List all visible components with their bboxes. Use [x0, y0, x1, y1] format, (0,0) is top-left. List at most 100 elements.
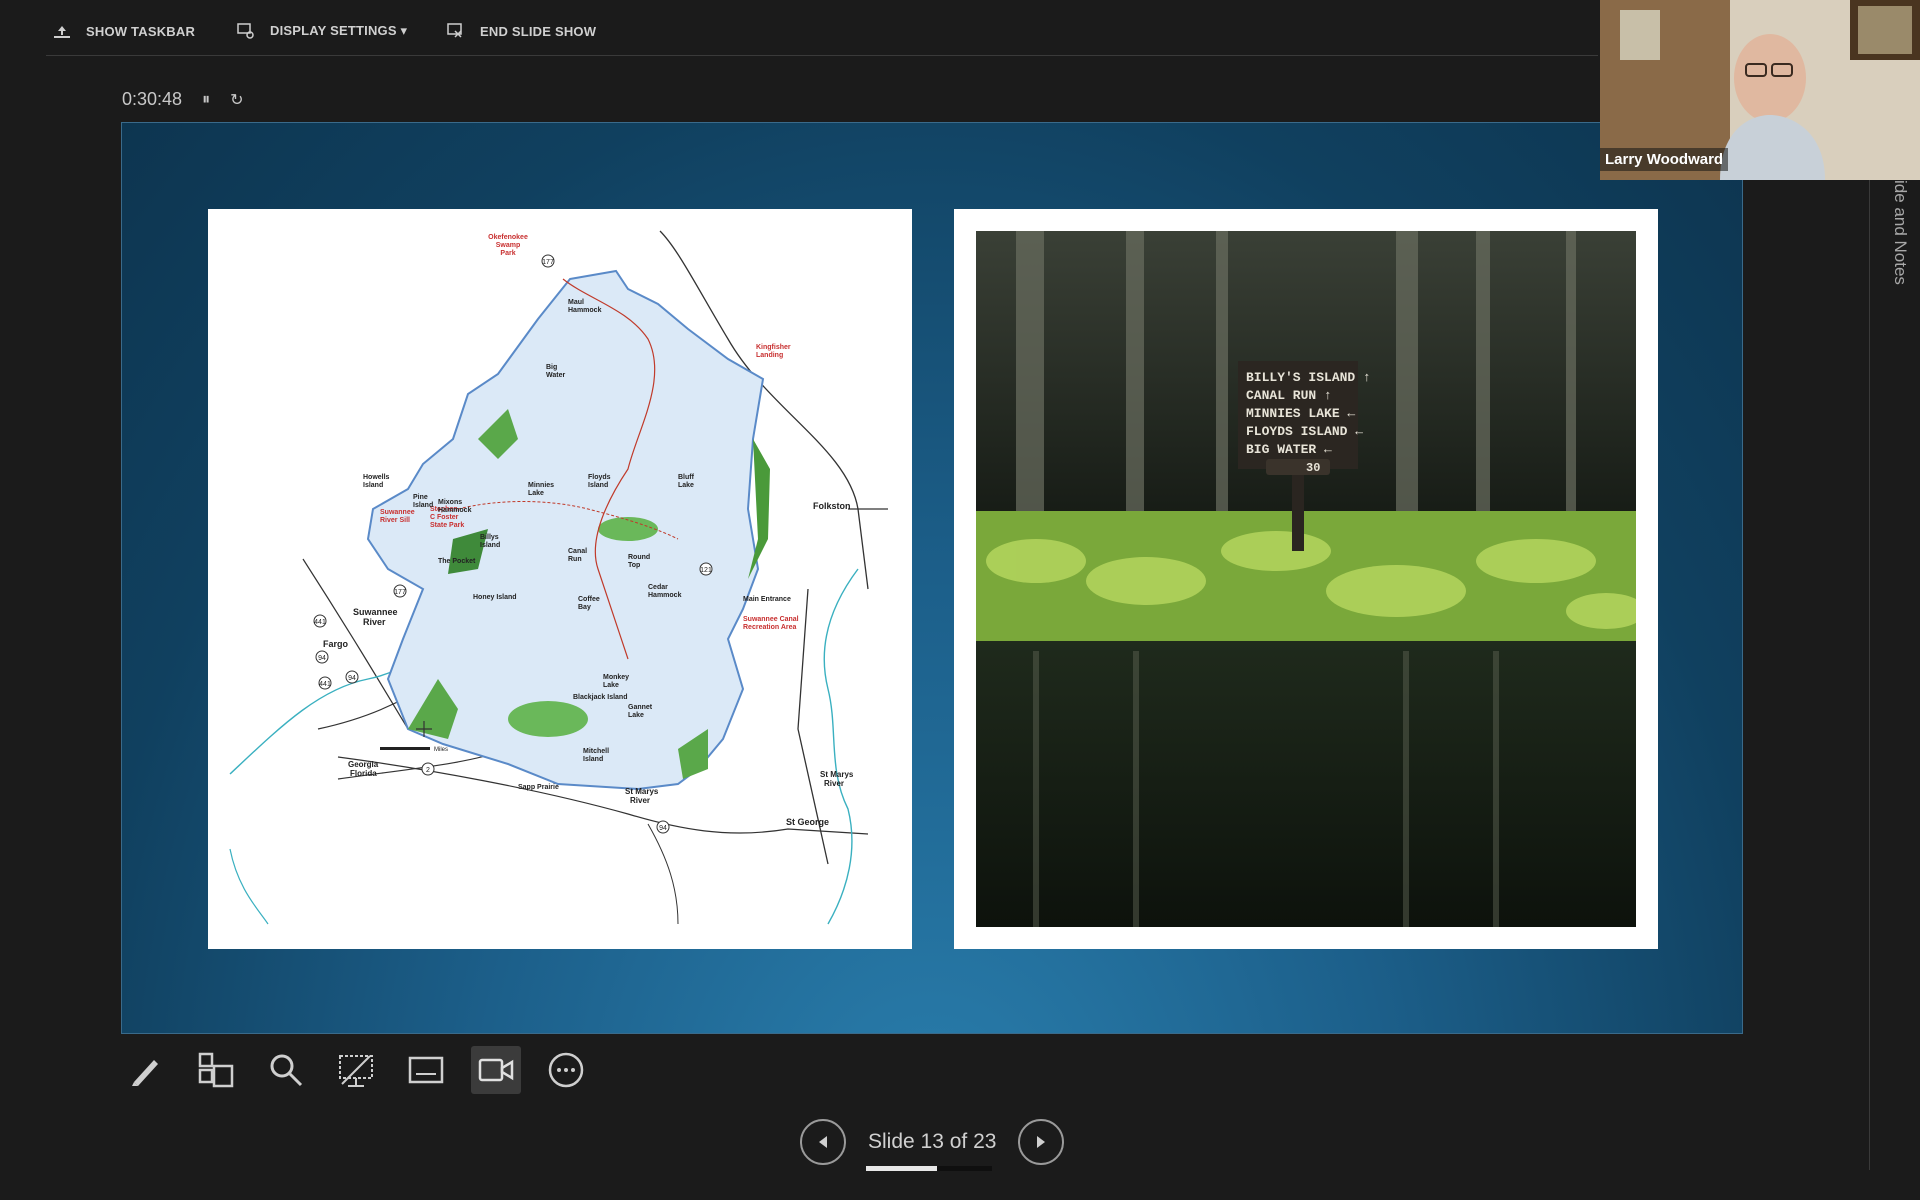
svg-text:Monkey: Monkey: [603, 674, 629, 681]
sign-line-2: CANAL RUN ↑: [1246, 388, 1332, 403]
slide-counter-text: Slide 13 of 23: [868, 1130, 997, 1153]
svg-text:Georgia: Georgia: [348, 760, 379, 769]
svg-text:Folkston: Folkston: [813, 501, 851, 511]
svg-text:Mitchell: Mitchell: [583, 748, 609, 755]
svg-text:121: 121: [700, 567, 712, 574]
camera-icon[interactable]: [471, 1046, 521, 1094]
presenter-tools: [121, 1046, 591, 1094]
svg-text:Pine: Pine: [413, 494, 428, 501]
svg-text:River: River: [630, 796, 650, 805]
pen-icon[interactable]: [121, 1046, 171, 1094]
svg-text:Island: Island: [588, 482, 608, 489]
next-slide-button[interactable]: [1018, 1119, 1065, 1165]
end-slide-show-button[interactable]: END SLIDE SHOW: [446, 22, 596, 40]
swamp-map: Okefenokee Swamp Park Kingfisher Landing…: [208, 209, 912, 949]
svg-text:Hammock: Hammock: [648, 592, 682, 599]
svg-text:177: 177: [542, 259, 554, 266]
slides-grid-icon[interactable]: [191, 1046, 241, 1094]
current-slide[interactable]: Okefenokee Swamp Park Kingfisher Landing…: [121, 122, 1743, 1034]
svg-text:2: 2: [426, 767, 430, 774]
display-settings-icon: [237, 23, 254, 39]
previous-slide-button[interactable]: [800, 1119, 846, 1165]
svg-text:The Pocket: The Pocket: [438, 558, 476, 565]
svg-text:Florida: Florida: [350, 769, 377, 778]
svg-text:Lake: Lake: [603, 682, 619, 689]
sign-line-4: FLOYDS ISLAND ←: [1246, 424, 1363, 439]
reset-timer-icon[interactable]: ↻: [230, 90, 243, 110]
svg-text:Suwannee: Suwannee: [380, 509, 415, 516]
slide-navigation: Slide 13 of 23: [800, 1119, 1065, 1171]
svg-text:Okefenokee: Okefenokee: [488, 234, 528, 241]
svg-text:441: 441: [314, 619, 326, 626]
svg-text:Kingfisher: Kingfisher: [756, 344, 791, 351]
svg-text:Hammock: Hammock: [568, 307, 602, 314]
svg-text:St George: St George: [786, 817, 829, 827]
sign-line-5: BIG WATER ←: [1246, 442, 1332, 457]
svg-text:Island: Island: [583, 756, 603, 763]
taskbar-icon: [54, 26, 70, 38]
svg-text:River: River: [363, 617, 386, 627]
slide-counter[interactable]: Slide 13 of 23: [866, 1130, 998, 1171]
magnifier-icon[interactable]: [261, 1046, 311, 1094]
elapsed-time: 0:30:48: [122, 89, 183, 109]
slide-timer: 0:30:48 ⏸ ↻: [122, 89, 243, 110]
svg-text:Gannet: Gannet: [628, 704, 653, 711]
svg-text:Maul: Maul: [568, 299, 584, 306]
svg-text:Mixons: Mixons: [438, 499, 462, 506]
svg-text:Run: Run: [568, 556, 582, 563]
display-settings-button[interactable]: DISPLAY SETTINGS ▾: [236, 22, 407, 40]
toolbar-divider: [46, 55, 1598, 56]
side-panel-divider: [1869, 180, 1870, 1170]
swamp-signpost-photo: BILLY'S ISLAND ↑ CANAL RUN ↑ MINNIES LAK…: [954, 209, 1658, 949]
svg-text:Coffee: Coffee: [578, 596, 600, 603]
svg-text:Cedar: Cedar: [648, 584, 668, 591]
participant-name: Larry Woodward: [1600, 148, 1729, 171]
black-screen-icon[interactable]: [331, 1046, 381, 1094]
svg-text:Fargo: Fargo: [323, 639, 349, 649]
svg-text:177: 177: [394, 589, 406, 596]
subtitles-icon[interactable]: [401, 1046, 451, 1094]
svg-text:Park: Park: [500, 250, 515, 257]
svg-text:State Park: State Park: [430, 522, 464, 529]
show-taskbar-button[interactable]: SHOW TASKBAR: [52, 22, 195, 40]
slide-progress-bar: [866, 1166, 992, 1171]
svg-text:River: River: [824, 779, 844, 788]
svg-text:94: 94: [348, 675, 356, 682]
svg-text:Water: Water: [546, 372, 565, 379]
svg-text:Sapp Prairie: Sapp Prairie: [518, 784, 559, 791]
svg-text:Canal: Canal: [568, 548, 587, 555]
okefenokee-map-image: Okefenokee Swamp Park Kingfisher Landing…: [208, 209, 912, 949]
svg-text:Bay: Bay: [578, 604, 591, 611]
svg-text:Bluff: Bluff: [678, 474, 695, 481]
presenter-toolbar: SHOW TASKBAR DISPLAY SETTINGS ▾ END SLID…: [0, 0, 1600, 56]
more-options-icon[interactable]: [541, 1046, 591, 1094]
svg-text:Lake: Lake: [628, 712, 644, 719]
svg-text:441: 441: [319, 681, 331, 688]
svg-text:94: 94: [318, 655, 326, 662]
svg-text:Top: Top: [628, 562, 640, 569]
svg-text:Billys: Billys: [480, 534, 499, 541]
svg-text:Lake: Lake: [528, 490, 544, 497]
end-show-icon: [447, 23, 462, 38]
svg-text:Round: Round: [628, 554, 650, 561]
slide-and-notes-label[interactable]: ide and Notes: [1880, 180, 1910, 300]
sign-line-3: MINNIES LAKE ←: [1246, 406, 1355, 421]
svg-text:94: 94: [659, 825, 667, 832]
svg-text:Island: Island: [480, 542, 500, 549]
sign-line-1: BILLY'S ISLAND ↑: [1246, 370, 1371, 385]
svg-text:Blackjack Island: Blackjack Island: [573, 694, 627, 701]
next-arrow-icon: [1037, 1136, 1046, 1148]
svg-text:River Sill: River Sill: [380, 517, 410, 524]
svg-text:Minnies: Minnies: [528, 482, 554, 489]
pause-icon[interactable]: ⏸: [202, 91, 210, 109]
sign-distance: 30: [1306, 461, 1320, 475]
svg-text:Honey Island: Honey Island: [473, 594, 517, 601]
svg-text:St Marys: St Marys: [625, 787, 659, 796]
svg-text:C Foster: C Foster: [430, 514, 459, 521]
svg-text:Howells: Howells: [363, 474, 390, 481]
svg-text:Landing: Landing: [756, 352, 783, 359]
show-taskbar-label: SHOW TASKBAR: [86, 23, 196, 39]
svg-text:Main Entrance: Main Entrance: [743, 596, 791, 603]
svg-text:Suwannee: Suwannee: [353, 607, 398, 617]
signpost-photo: BILLY'S ISLAND ↑ CANAL RUN ↑ MINNIES LAK…: [976, 231, 1636, 927]
